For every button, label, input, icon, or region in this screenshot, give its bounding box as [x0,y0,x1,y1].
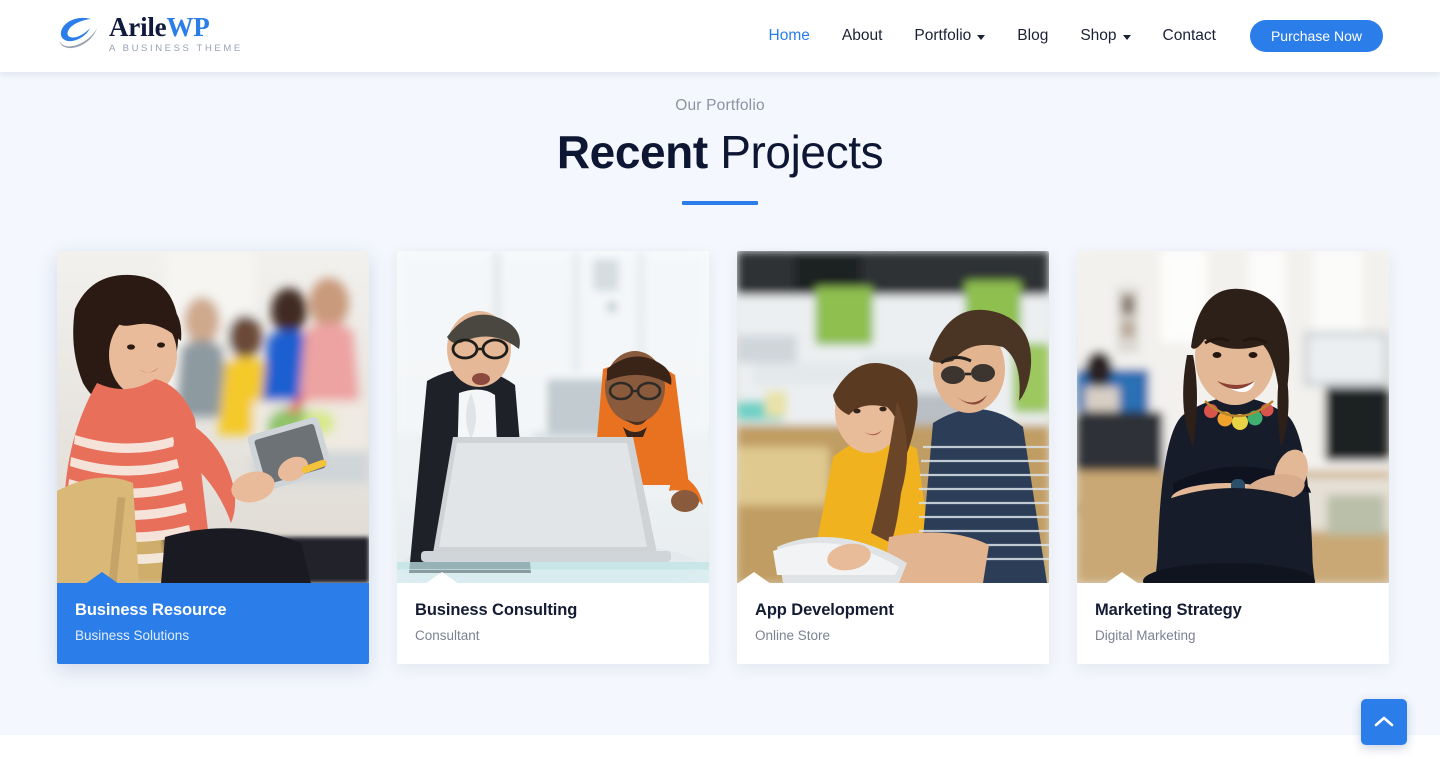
page-title: Recent Projects [0,126,1440,179]
globe-swoosh-icon [57,13,101,53]
nav-label: Home [768,27,810,44]
portfolio-card-title: Business Resource [75,601,227,619]
logo-wordmark: ArileWP A BUSINESS THEME [109,12,243,54]
caption-notch-icon [737,572,771,584]
nav-label: Blog [1017,27,1049,44]
back-to-top-button[interactable] [1361,699,1407,745]
portfolio-card-category: Consultant [415,627,480,643]
section-eyebrow: Our Portfolio [675,97,765,114]
page-root: ArileWP A BUSINESS THEME Home About Port… [0,0,1440,759]
portfolio-card-image [1077,251,1389,583]
portfolio-card-title: App Development [755,601,894,619]
portfolio-card-caption: Marketing Strategy Digital Marketing [1077,572,1389,664]
title-underline [682,200,758,205]
chevron-down-icon [1122,35,1131,40]
nav-item-shop[interactable]: Shop [1064,0,1146,72]
portfolio-card-caption: App Development Online Store [737,572,1049,664]
portfolio-card-category: Business Solutions [75,627,190,643]
site-header: ArileWP A BUSINESS THEME Home About Port… [0,0,1440,72]
portfolio-card-category: Online Store [755,627,831,643]
main-navigation: Home About Portfolio Blog Shop Contact P… [753,0,1383,72]
portfolio-card-image [397,251,709,583]
chevron-down-icon [977,35,986,40]
chevron-up-icon [1374,715,1394,729]
page-bottom-strip [0,735,1440,759]
portfolio-card-title: Business Consulting [415,601,578,619]
site-logo[interactable]: ArileWP A BUSINESS THEME [57,12,243,54]
portfolio-card[interactable]: Business Resource Business Solutions [57,251,369,664]
logo-tagline: A BUSINESS THEME [109,43,243,54]
portfolio-card-caption: Business Resource Business Solutions [57,572,369,664]
page-title-strong: Recent [556,126,708,178]
nav-item-home[interactable]: Home [753,0,826,72]
nav-item-contact[interactable]: Contact [1147,0,1232,72]
purchase-now-button[interactable]: Purchase Now [1249,20,1383,52]
portfolio-card[interactable]: App Development Online Store [737,251,1049,664]
nav-label: Portfolio [914,27,972,44]
caption-notch-icon [85,572,119,584]
caption-notch-icon [425,572,459,584]
portfolio-section: Our Portfolio Recent Projects Business R… [0,72,1440,735]
caption-notch-icon [1105,572,1139,584]
page-title-light: Projects [720,126,884,178]
nav-label: Contact [1162,27,1216,44]
portfolio-card-grid: Business Resource Business Solutions Bus… [57,251,1389,664]
portfolio-card-category: Digital Marketing [1095,627,1196,643]
portfolio-card[interactable]: Marketing Strategy Digital Marketing [1077,251,1389,664]
portfolio-card-image [737,251,1049,583]
portfolio-card[interactable]: Business Consulting Consultant [397,251,709,664]
logo-name-primary: Arile [109,12,167,42]
portfolio-card-title: Marketing Strategy [1095,601,1242,619]
nav-label: Shop [1080,27,1117,44]
nav-label: About [841,27,883,44]
section-header: Our Portfolio Recent Projects [0,72,1440,205]
logo-name-secondary: WP [166,12,210,42]
portfolio-card-caption: Business Consulting Consultant [397,572,709,664]
nav-item-about[interactable]: About [826,0,899,72]
portfolio-card-image [57,251,369,583]
nav-item-blog[interactable]: Blog [1001,0,1064,72]
nav-item-portfolio[interactable]: Portfolio [898,0,1001,72]
